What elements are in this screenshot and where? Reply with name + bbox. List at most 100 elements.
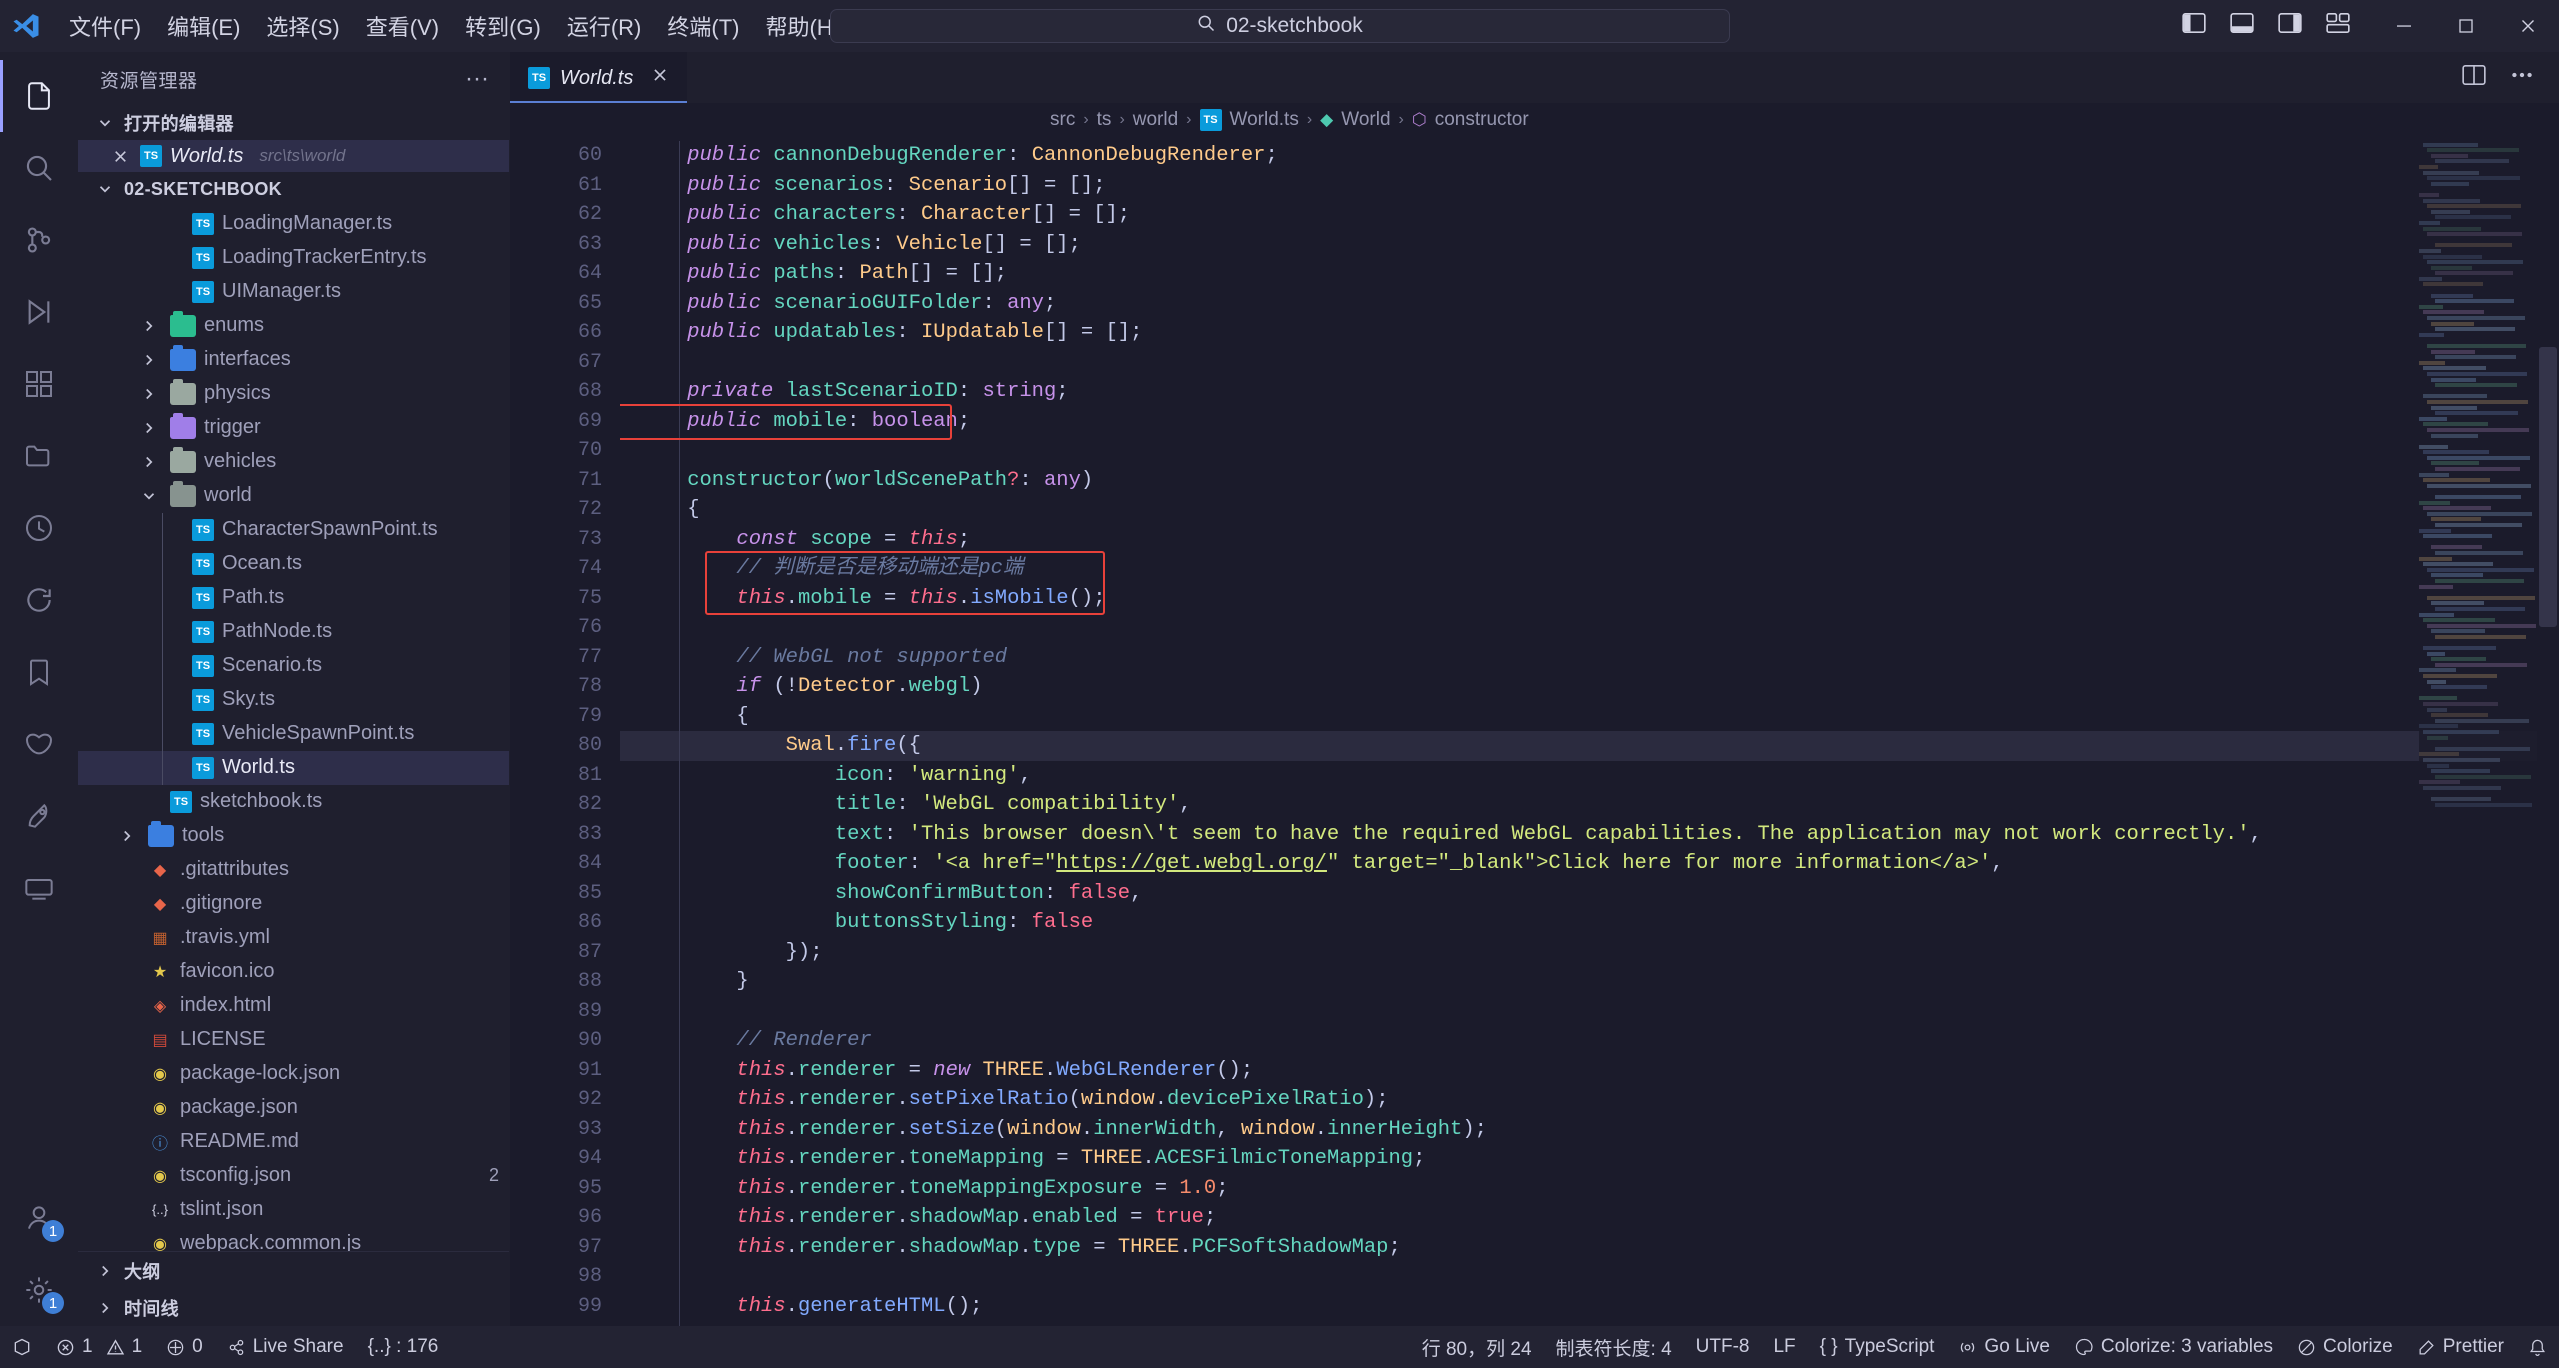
code-line[interactable]: buttonsStyling: false: [620, 908, 2559, 938]
status-live-share[interactable]: Live Share: [215, 1326, 356, 1368]
sidebar-item-run-and-debug[interactable]: [0, 276, 78, 348]
tree-folder-world[interactable]: world: [78, 479, 509, 513]
tree-file-README.md[interactable]: ⓘ README.md: [78, 1125, 509, 1159]
code-line[interactable]: public cannonDebugRenderer: CannonDebugR…: [620, 141, 2559, 171]
scrollbar-thumb[interactable]: [2539, 347, 2557, 628]
status-notifications[interactable]: [2516, 1326, 2559, 1368]
settings-button[interactable]: 1: [0, 1254, 78, 1326]
tree-folder-trigger[interactable]: trigger: [78, 411, 509, 445]
status-language-mode[interactable]: { } TypeScript: [1808, 1326, 1947, 1368]
sidebar-item-source-control[interactable]: [0, 204, 78, 276]
code-line[interactable]: this.mobile = this.isMobile();: [620, 584, 2559, 614]
tree-file-Scenario.ts[interactable]: TS Scenario.ts: [78, 649, 509, 683]
code-line[interactable]: constructor(worldScenePath?: any): [620, 466, 2559, 496]
tree-file-tslint.json[interactable]: {..} tslint.json: [78, 1193, 509, 1227]
code-line[interactable]: public paths: Path[] = [];: [620, 259, 2559, 289]
status-eol[interactable]: LF: [1761, 1326, 1807, 1368]
remote-indicator[interactable]: [0, 1326, 44, 1368]
menu-edit[interactable]: 编辑(E): [154, 5, 253, 47]
code-line[interactable]: // WebGL not supported: [620, 643, 2559, 673]
chevron-right-icon[interactable]: [136, 419, 162, 437]
tree-file-.gitattributes[interactable]: ◆ .gitattributes: [78, 853, 509, 887]
code-line[interactable]: public scenarios: Scenario[] = [];: [620, 171, 2559, 201]
code-content[interactable]: public cannonDebugRenderer: CannonDebugR…: [620, 137, 2559, 1326]
code-line[interactable]: }: [620, 967, 2559, 997]
chevron-right-icon[interactable]: [136, 317, 162, 335]
code-line[interactable]: // Renderer: [620, 1026, 2559, 1056]
panel-right-icon[interactable]: [2277, 11, 2303, 41]
code-line[interactable]: public mobile: boolean;: [620, 407, 2559, 437]
tree-file-tsconfig.json[interactable]: ◉ tsconfig.json 2: [78, 1159, 509, 1193]
code-line[interactable]: {: [620, 495, 2559, 525]
panel-left-icon[interactable]: [2181, 11, 2207, 41]
tree-file-LoadingTrackerEntry.ts[interactable]: TS LoadingTrackerEntry.ts: [78, 241, 509, 275]
file-tree[interactable]: TS LoadingManager.ts TS LoadingTrackerEntry…: [78, 207, 509, 1251]
chevron-down-icon[interactable]: [136, 487, 162, 505]
code-line[interactable]: if (!Detector.webgl): [620, 672, 2559, 702]
sidebar-item-rocket[interactable]: [0, 780, 78, 852]
section-open-editors[interactable]: 打开的编辑器: [78, 106, 509, 140]
section-outline[interactable]: 大纲: [78, 1252, 509, 1289]
section-workspace[interactable]: 02-SKETCHBOOK: [78, 172, 509, 206]
code-line[interactable]: this.renderer.toneMapping = THREE.ACESFi…: [620, 1144, 2559, 1174]
tree-folder-interfaces[interactable]: interfaces: [78, 343, 509, 377]
sidebar-item-extensions[interactable]: [0, 348, 78, 420]
tree-file-UIManager.ts[interactable]: TS UIManager.ts: [78, 275, 509, 309]
chevron-right-icon[interactable]: [136, 385, 162, 403]
sidebar-item-clock[interactable]: [0, 492, 78, 564]
split-editor-icon[interactable]: [2461, 63, 2487, 92]
sidebar-item-search[interactable]: [0, 132, 78, 204]
sidebar-item-bookmark[interactable]: [0, 636, 78, 708]
code-line[interactable]: footer: '<a href="https://get.webgl.org/…: [620, 849, 2559, 879]
sidebar-item-folder-open[interactable]: [0, 420, 78, 492]
tree-folder-vehicles[interactable]: vehicles: [78, 445, 509, 479]
chevron-right-icon[interactable]: [136, 453, 162, 471]
status-colorize-variables[interactable]: Colorize: 3 variables: [2062, 1326, 2285, 1368]
sidebar-item-explorer[interactable]: [0, 60, 78, 132]
layout-grid-icon[interactable]: [2325, 11, 2351, 41]
section-timeline[interactable]: 时间线: [78, 1289, 509, 1326]
tree-file-LICENSE[interactable]: ▤ LICENSE: [78, 1023, 509, 1057]
tree-folder-physics[interactable]: physics: [78, 377, 509, 411]
status-encoding[interactable]: UTF-8: [1684, 1326, 1762, 1368]
code-line[interactable]: this.renderer = new THREE.WebGLRenderer(…: [620, 1056, 2559, 1086]
tree-folder-enums[interactable]: enums: [78, 309, 509, 343]
sidebar-item-refresh[interactable]: [0, 564, 78, 636]
quick-search-box[interactable]: 02-sketchbook: [829, 9, 1730, 43]
tree-file-package-lock.json[interactable]: ◉ package-lock.json: [78, 1057, 509, 1091]
maximize-button[interactable]: [2435, 0, 2497, 52]
tree-file-PathNode.ts[interactable]: TS PathNode.ts: [78, 615, 509, 649]
tree-file-webpack.common.js[interactable]: ◉ webpack.common.js: [78, 1227, 509, 1251]
panel-bottom-icon[interactable]: [2229, 11, 2255, 41]
sidebar-item-remote[interactable]: [0, 852, 78, 924]
breadcrumb-item-ts[interactable]: ts: [1097, 109, 1112, 131]
tab-world-ts[interactable]: TS World.ts: [510, 52, 688, 104]
tree-file-VehicleSpawnPoint.ts[interactable]: TS VehicleSpawnPoint.ts: [78, 717, 509, 751]
code-line[interactable]: {: [620, 702, 2559, 732]
close-button[interactable]: [2497, 0, 2559, 52]
code-line[interactable]: this.renderer.shadowMap.enabled = true;: [620, 1203, 2559, 1233]
tree-file-index.html[interactable]: ◈ index.html: [78, 989, 509, 1023]
code-line[interactable]: const scope = this;: [620, 525, 2559, 555]
status-problems[interactable]: 1 1: [44, 1326, 154, 1368]
status-colorize[interactable]: Colorize: [2285, 1326, 2405, 1368]
code-line[interactable]: public characters: Character[] = [];: [620, 200, 2559, 230]
sidebar-item-mask[interactable]: [0, 708, 78, 780]
code-line[interactable]: public vehicles: Vehicle[] = [];: [620, 230, 2559, 260]
code-line[interactable]: [620, 613, 2559, 643]
minimap[interactable]: [2419, 137, 2537, 1326]
code-line[interactable]: icon: 'warning',: [620, 761, 2559, 791]
status-bracket-count[interactable]: {..} : 176: [356, 1326, 451, 1368]
code-line[interactable]: });: [620, 938, 2559, 968]
tab-close-icon[interactable]: [651, 66, 669, 90]
tree-file-Ocean.ts[interactable]: TS Ocean.ts: [78, 547, 509, 581]
tree-file-Sky.ts[interactable]: TS Sky.ts: [78, 683, 509, 717]
code-line[interactable]: // 判断是否是移动端还是pc端: [620, 554, 2559, 584]
status-ports[interactable]: 0: [154, 1326, 215, 1368]
status-indentation[interactable]: 制表符长度: 4: [1544, 1326, 1684, 1368]
close-icon[interactable]: [108, 148, 132, 165]
tree-file-package.json[interactable]: ◉ package.json: [78, 1091, 509, 1125]
chevron-right-icon[interactable]: [136, 351, 162, 369]
status-go-live[interactable]: Go Live: [1946, 1326, 2061, 1368]
accounts-button[interactable]: 1: [0, 1182, 78, 1254]
